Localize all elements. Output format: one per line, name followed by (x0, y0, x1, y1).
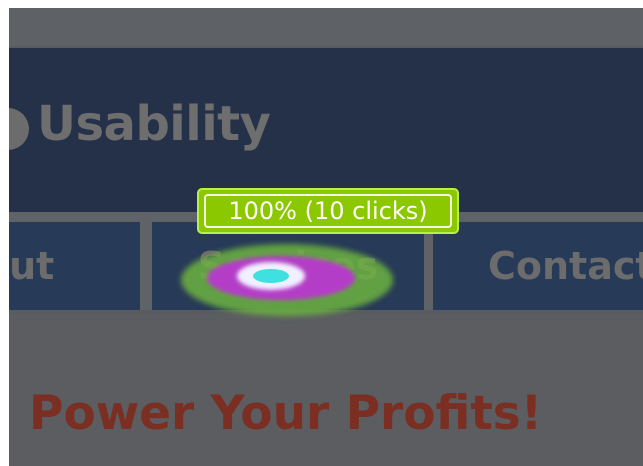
tooltip-text: 100% (10 clicks) (228, 197, 428, 225)
tooltip-frame: 100% (10 clicks) (204, 194, 452, 228)
click-count-tooltip: 100% (10 clicks) (197, 188, 459, 234)
nav-item-contact[interactable]: Contact (433, 222, 643, 310)
top-bar (9, 8, 643, 46)
page-overlay: Usability out Services Contact Power You… (9, 8, 643, 466)
logo-icon (9, 108, 29, 150)
nav-item-services[interactable]: Services (152, 222, 424, 310)
nav-item-label: Services (197, 244, 379, 288)
nav-item-label: Contact (488, 244, 643, 288)
nav-item-label: out (9, 244, 55, 288)
page-headline: Power Your Profits! (29, 386, 543, 441)
main-content: Power Your Profits! (9, 314, 643, 466)
site-title: Usability (37, 96, 271, 152)
nav-item-about[interactable]: out (9, 222, 140, 310)
